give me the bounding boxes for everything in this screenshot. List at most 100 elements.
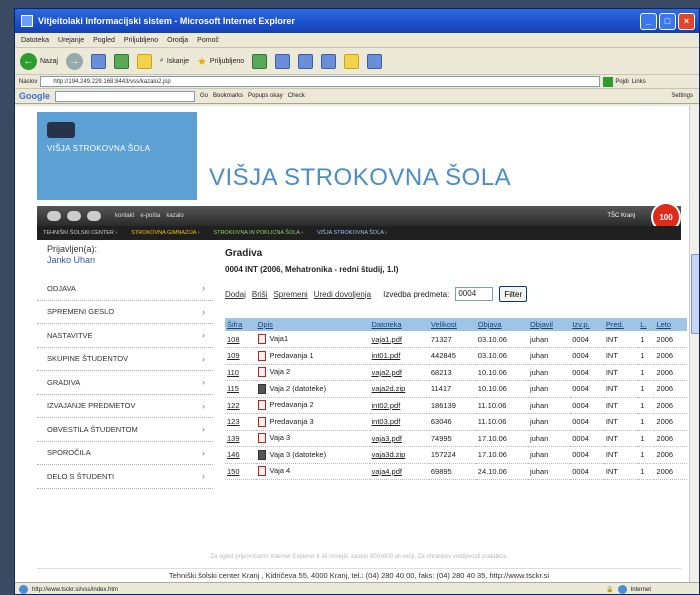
table-row[interactable]: 123 Predavanja 3 int03.pdf 63046 11.10.06 juh… xyxy=(225,413,687,431)
subnav-gimnazija-link[interactable]: STROKOVNA GIMNAZIJA › xyxy=(131,230,199,236)
sidebar-item-spremeni-geslo[interactable]: SPREMENI GESLO › xyxy=(37,301,213,324)
menu-favorites[interactable]: Priljubljeno xyxy=(124,37,158,44)
menu-file[interactable]: Datoteka xyxy=(21,37,49,44)
google-check-button[interactable]: Check xyxy=(288,93,305,99)
table-cell[interactable]: 139 xyxy=(225,430,256,447)
sidebar-item-skupine-tudentov[interactable]: SKUPINE ŠTUDENTOV › xyxy=(37,348,213,371)
table-cell: 2006 xyxy=(654,347,687,365)
vertical-scrollbar[interactable] xyxy=(689,106,699,582)
subnav-poklicna-link[interactable]: STROKOVNA IN POKLICNA ŠOLA › xyxy=(213,230,303,236)
google-go-button[interactable]: Go xyxy=(200,93,208,99)
mail-icon[interactable] xyxy=(298,53,314,69)
column-header[interactable]: Objavil xyxy=(527,318,571,331)
sidebar-item-nastavitve[interactable]: NASTAVITVE › xyxy=(37,324,213,348)
sidebar-item-obvestila-tudentom[interactable]: OBVESTILA ŠTUDENTOM › xyxy=(37,418,213,442)
table-cell[interactable]: int03.pdf xyxy=(369,413,429,431)
table-cell[interactable]: vaja2.pdf xyxy=(369,364,429,381)
table-cell[interactable]: vaja2d.zip xyxy=(369,380,429,398)
table-cell[interactable]: 123 xyxy=(225,413,256,431)
column-header[interactable]: Objava xyxy=(475,318,528,331)
sidebar-item-gradiva[interactable]: GRADIVA › xyxy=(37,371,213,395)
minimize-button[interactable]: _ xyxy=(640,12,657,30)
table-row[interactable]: 146 Vaja 3 (datoteke) vaja3d.zip 157224 17.1… xyxy=(225,446,687,464)
forward-button[interactable]: → xyxy=(65,52,83,70)
column-header[interactable]: Datoteka xyxy=(369,318,429,331)
google-settings-button[interactable]: Settings xyxy=(671,93,693,99)
scrollbar-thumb[interactable] xyxy=(691,254,699,334)
sidebar-item-sporo-ila[interactable]: SPOROČILA › xyxy=(37,442,213,465)
column-header[interactable]: L. xyxy=(638,318,655,331)
nav-pill-icon[interactable] xyxy=(47,211,61,221)
table-row[interactable]: 115 Vaja 2 (datoteke) vaja2d.zip 11417 10.10… xyxy=(225,380,687,398)
google-logo[interactable]: Google xyxy=(19,91,50,101)
sidebar-item-delo-s-tudenti[interactable]: DELO S ŠTUDENTI › xyxy=(37,465,213,489)
table-cell[interactable]: vaja3.pdf xyxy=(369,430,429,447)
address-input[interactable]: http://194.249.229.168:8443/vss/kazalo2.… xyxy=(40,76,601,87)
filter-input[interactable]: 0004 xyxy=(455,287,494,301)
permissions-link[interactable]: Uredi dovoljenja xyxy=(314,290,371,299)
table-cell[interactable]: 115 xyxy=(225,380,256,398)
column-header[interactable]: Leto xyxy=(654,318,687,331)
sidebar-item-odjava[interactable]: ODJAVA › xyxy=(37,277,213,301)
search-button[interactable]: ⌕ Iskanje xyxy=(160,57,189,65)
delete-link[interactable]: Briši xyxy=(252,290,268,299)
google-bookmarks-button[interactable]: Bookmarks xyxy=(213,93,243,99)
table-cell[interactable]: 109 xyxy=(225,347,256,365)
table-row[interactable]: 108 Vaja1 vaja1.pdf 71327 03.10.06 juhan 0004 I… xyxy=(225,331,687,348)
column-header[interactable]: Velikost xyxy=(428,318,476,331)
table-cell[interactable]: vaja1.pdf xyxy=(369,331,429,348)
home-icon[interactable] xyxy=(136,53,152,69)
table-cell[interactable]: 146 xyxy=(225,446,256,464)
nav-email-link[interactable]: e-pošta xyxy=(140,213,160,219)
messenger-icon[interactable] xyxy=(367,53,383,69)
table-row[interactable]: 139 Vaja 3 vaja3.pdf 74995 17.10.06 juhan 0004… xyxy=(225,430,687,447)
table-cell: Predavanja 3 xyxy=(255,413,370,431)
table-cell[interactable]: 108 xyxy=(225,331,256,348)
nav-pill-icon[interactable] xyxy=(87,211,101,221)
nav-index-link[interactable]: kazalo xyxy=(166,213,183,219)
menu-view[interactable]: Pogled xyxy=(93,37,115,44)
media-icon[interactable] xyxy=(252,53,268,69)
table-cell[interactable]: 110 xyxy=(225,364,256,381)
history-icon[interactable] xyxy=(275,53,291,69)
table-cell[interactable]: int02.pdf xyxy=(369,397,429,414)
folder-icon[interactable] xyxy=(344,53,360,69)
refresh-icon[interactable] xyxy=(113,53,129,69)
column-header[interactable]: Opis xyxy=(255,318,370,331)
table-row[interactable]: 109 Predavanja 1 int01.pdf 442845 03.10.06 ju… xyxy=(225,347,687,365)
table-cell[interactable]: vaja4.pdf xyxy=(369,463,429,480)
go-button[interactable]: Pojdi xyxy=(603,76,629,87)
table-row[interactable]: 122 Predavanja 2 int02.pdf 186139 11.10.06 ju… xyxy=(225,397,687,414)
column-header[interactable]: Šifra xyxy=(225,318,256,331)
school-logo[interactable]: VIŠJA STROKOVNA ŠOLA xyxy=(37,112,197,200)
table-cell[interactable]: vaja3d.zip xyxy=(369,446,429,464)
close-button[interactable]: × xyxy=(678,12,695,30)
back-button[interactable]: ← Nazaj xyxy=(20,52,58,70)
menu-edit[interactable]: Urejanje xyxy=(58,37,84,44)
sidebar-item-izvajanje-predmetov[interactable]: IZVAJANJE PREDMETOV › xyxy=(37,395,213,418)
menu-tools[interactable]: Orodja xyxy=(167,37,188,44)
edit-link[interactable]: Spremeni xyxy=(273,290,307,299)
links-label[interactable]: Links xyxy=(632,79,646,85)
google-search-input[interactable] xyxy=(55,90,195,102)
table-row[interactable]: 150 Vaja 4 vaja4.pdf 69895 24.10.06 juhan 0004… xyxy=(225,463,687,480)
subnav-tsc-link[interactable]: TEHNIŠKI ŠOLSKI CENTER › xyxy=(43,230,117,236)
filter-button[interactable]: Filter xyxy=(499,286,528,302)
maximize-button[interactable]: □ xyxy=(659,12,676,30)
add-link[interactable]: Dodaj xyxy=(225,290,246,299)
stop-icon[interactable] xyxy=(90,53,106,69)
nav-pill-icon[interactable] xyxy=(67,211,81,221)
table-cell[interactable]: 150 xyxy=(225,463,256,480)
table-cell[interactable]: 122 xyxy=(225,397,256,414)
table-row[interactable]: 110 Vaja 2 vaja2.pdf 68213 10.10.06 juhan 0004… xyxy=(225,364,687,381)
favorites-button[interactable]: ★ Priljubljeno xyxy=(197,55,244,68)
subnav-visja-link[interactable]: VIŠJA STROKOVNA ŠOLA › xyxy=(317,230,387,236)
print-icon[interactable] xyxy=(321,53,337,69)
column-header[interactable]: Izv.p. xyxy=(570,318,604,331)
table-cell[interactable]: int01.pdf xyxy=(369,347,429,365)
column-header[interactable]: Pred. xyxy=(603,318,639,331)
table-cell: 1 xyxy=(638,347,655,365)
menu-help[interactable]: Pomoč xyxy=(197,37,219,44)
google-popups-button[interactable]: Popups okay xyxy=(248,93,283,99)
nav-contact-link[interactable]: kontakt xyxy=(115,213,134,219)
